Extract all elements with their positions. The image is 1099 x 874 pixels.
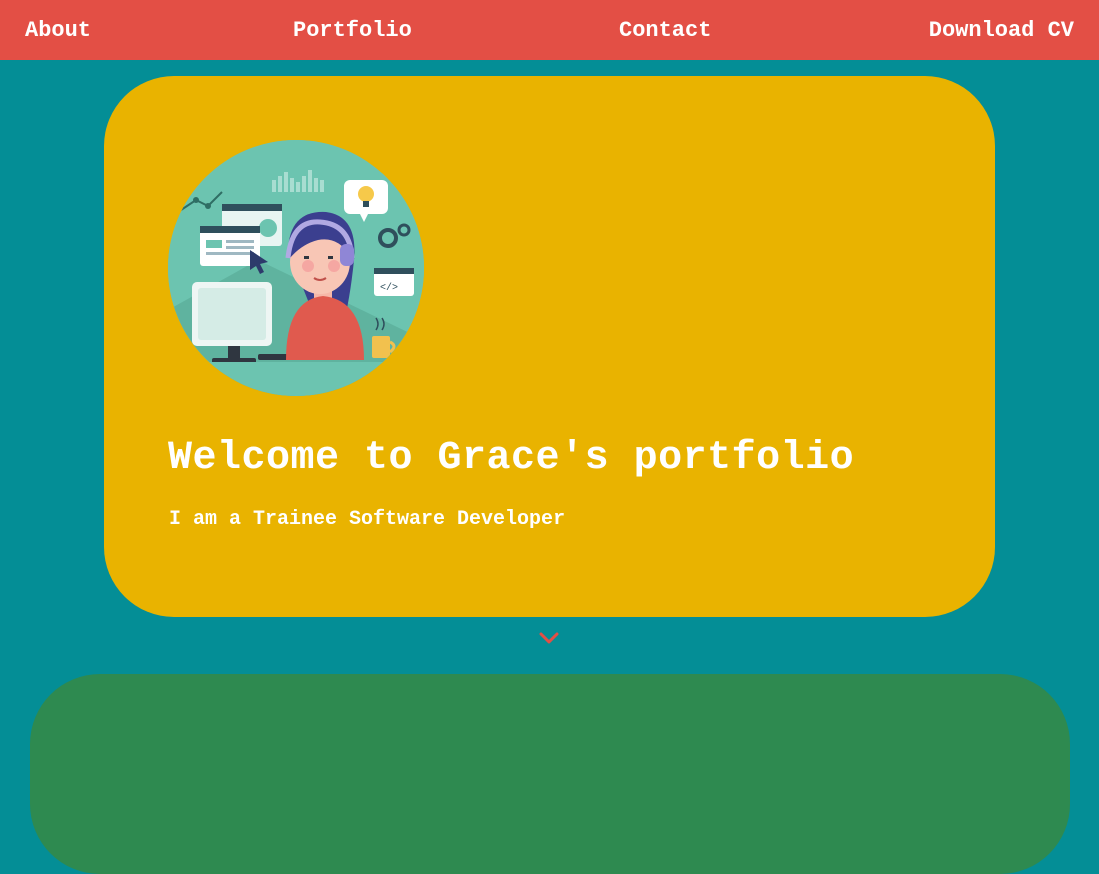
nav-link-contact[interactable]: Contact [619,0,711,60]
svg-text:</>: </> [380,282,398,294]
hero-subtitle: I am a Trainee Software Developer [169,508,566,531]
next-section-card [30,674,1070,874]
developer-illustration: </> [168,140,424,396]
developer-illustration-art: </> [168,140,424,396]
nav-link-portfolio[interactable]: Portfolio [293,0,412,60]
chevron-down-icon[interactable] [538,630,560,646]
nav-link-about[interactable]: About [25,0,91,60]
hero-title: Welcome to Grace's portfolio [168,436,855,481]
hero-card: </> Welcome to Grace's portfolio I am a … [104,76,995,617]
top-navbar: About Portfolio Contact Download CV [0,0,1099,60]
download-cv-link[interactable]: Download CV [929,0,1074,60]
